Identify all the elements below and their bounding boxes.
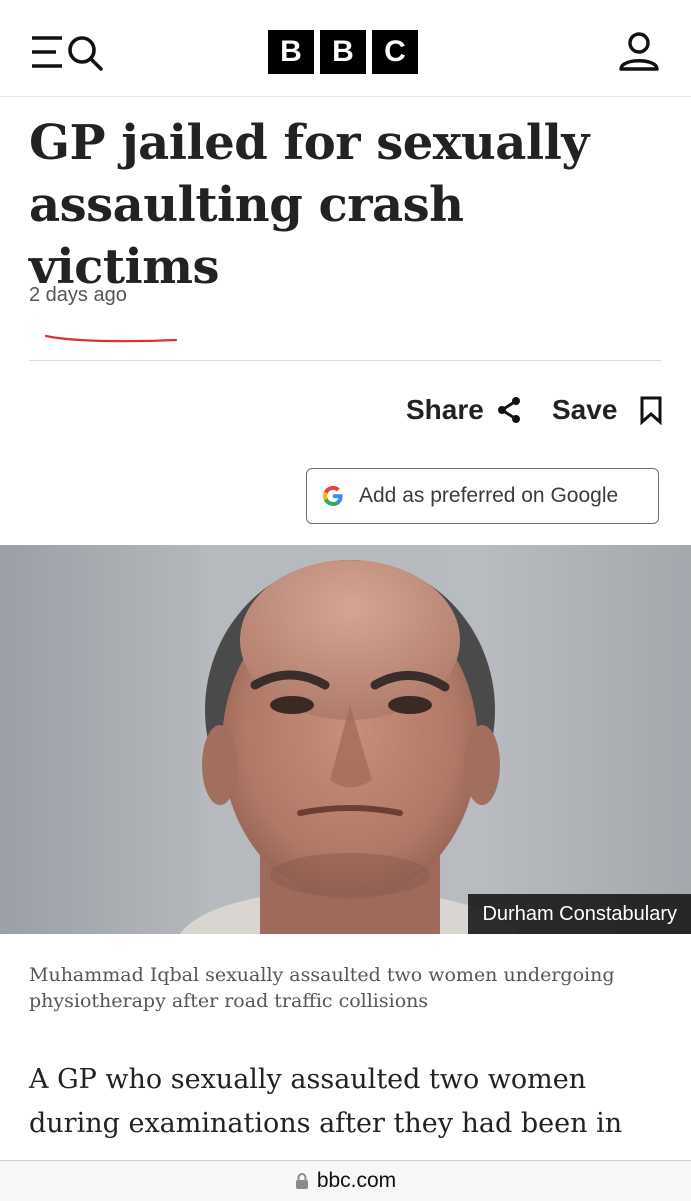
site-header: B B C xyxy=(0,0,691,97)
divider xyxy=(29,360,661,361)
red-underline-annotation xyxy=(44,334,178,343)
article-timestamp: 2 days ago xyxy=(29,284,127,306)
image-caption: Muhammad Iqbal sexually assaulted two wo… xyxy=(29,964,615,1012)
logo-letter: B xyxy=(268,30,314,74)
article-body-paragraph: A GP who sexually assaulted two women du… xyxy=(29,1064,623,1139)
logo-letter: B xyxy=(320,30,366,74)
menu-search-button[interactable] xyxy=(30,32,108,72)
save-label: Save xyxy=(552,394,618,425)
logo-letter: C xyxy=(372,30,418,74)
share-button[interactable]: Share xyxy=(406,390,522,430)
article-actions: Share Save xyxy=(0,390,691,430)
image-credit: Durham Constabulary xyxy=(468,894,691,934)
save-button[interactable]: Save xyxy=(552,390,663,430)
share-icon xyxy=(496,396,522,424)
url-text: bbc.com xyxy=(316,1169,397,1192)
google-icon xyxy=(321,484,345,508)
add-preferred-google-button[interactable]: Add as preferred on Google xyxy=(306,468,659,524)
article-headline: GP jailed for sexually assaulting crash … xyxy=(29,115,589,295)
share-label: Share xyxy=(406,394,484,425)
article-photo: Durham Constabulary xyxy=(0,545,691,934)
google-button-label: Add as preferred on Google xyxy=(359,484,619,507)
bbc-logo[interactable]: B B C xyxy=(268,30,418,74)
account-icon[interactable] xyxy=(618,30,660,72)
menu-icon xyxy=(32,36,62,68)
mugshot-image xyxy=(0,545,691,934)
bookmark-icon xyxy=(639,395,663,425)
lock-icon xyxy=(295,1172,309,1190)
browser-address-bar[interactable]: bbc.com xyxy=(0,1160,691,1201)
search-icon xyxy=(68,36,103,71)
